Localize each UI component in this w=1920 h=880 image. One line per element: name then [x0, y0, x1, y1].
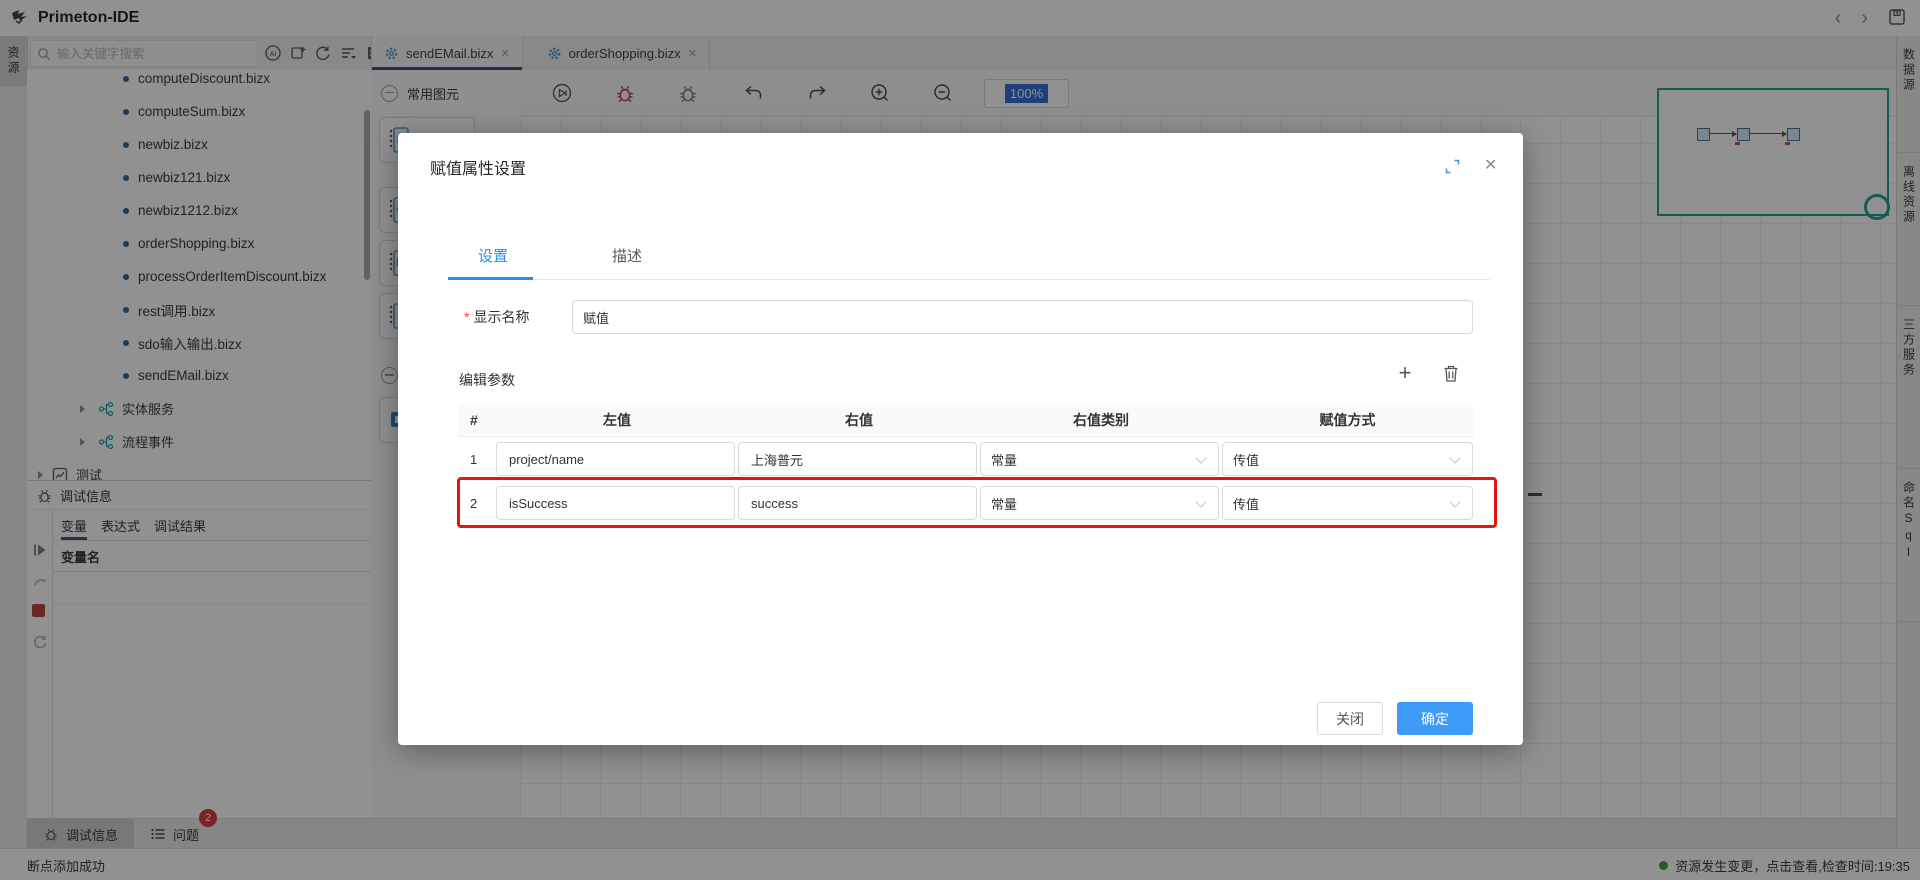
active-tab-indicator [448, 277, 533, 280]
add-param-button[interactable]: + [1392, 361, 1418, 387]
chevron-down-icon [1195, 496, 1206, 507]
param-row-2: 2 常量 传值 [459, 481, 1473, 525]
tab-divider [448, 279, 1490, 280]
close-dialog-icon[interactable]: ✕ [1484, 155, 1497, 175]
param-row-1: 1 常量 传值 [459, 437, 1473, 481]
params-table: # 左值 右值 右值类别 赋值方式 1 常量 传值 2 常量 传值 [459, 404, 1473, 525]
delete-param-button[interactable] [1442, 364, 1460, 386]
dialog-tab-description[interactable]: 描述 [612, 245, 642, 266]
display-name-label: *显示名称 [464, 307, 529, 327]
right-value-input[interactable] [738, 442, 977, 476]
right-value-category-select[interactable]: 常量 [980, 486, 1219, 520]
right-value-input[interactable] [738, 486, 977, 520]
required-marker: * [464, 309, 469, 325]
row-index: 2 [459, 496, 496, 511]
ok-button[interactable]: 确定 [1397, 702, 1473, 735]
edit-params-label: 编辑参数 [459, 370, 515, 390]
assignment-properties-dialog: 赋值属性设置 ✕ 设置 描述 *显示名称 编辑参数 + # 左值 右值 右值类别… [398, 133, 1523, 745]
left-value-input[interactable] [496, 442, 735, 476]
close-button[interactable]: 关闭 [1317, 702, 1383, 735]
primeton-ide-window: Primeton-IDE ‹ › AI sendEMail.bizx ✕ [0, 0, 1920, 880]
row-index: 1 [459, 452, 496, 467]
display-name-input[interactable] [572, 300, 1473, 334]
dialog-title: 赋值属性设置 [430, 155, 526, 179]
maximize-dialog-icon[interactable] [1445, 159, 1460, 177]
chevron-down-icon [1449, 452, 1460, 463]
assign-mode-select[interactable]: 传值 [1222, 442, 1473, 476]
left-value-input[interactable] [496, 486, 735, 520]
params-table-header: # 左值 右值 右值类别 赋值方式 [459, 404, 1473, 437]
right-value-category-select[interactable]: 常量 [980, 442, 1219, 476]
chevron-down-icon [1195, 452, 1206, 463]
dialog-tab-settings[interactable]: 设置 [478, 245, 508, 266]
chevron-down-icon [1449, 496, 1460, 507]
assign-mode-select[interactable]: 传值 [1222, 486, 1473, 520]
